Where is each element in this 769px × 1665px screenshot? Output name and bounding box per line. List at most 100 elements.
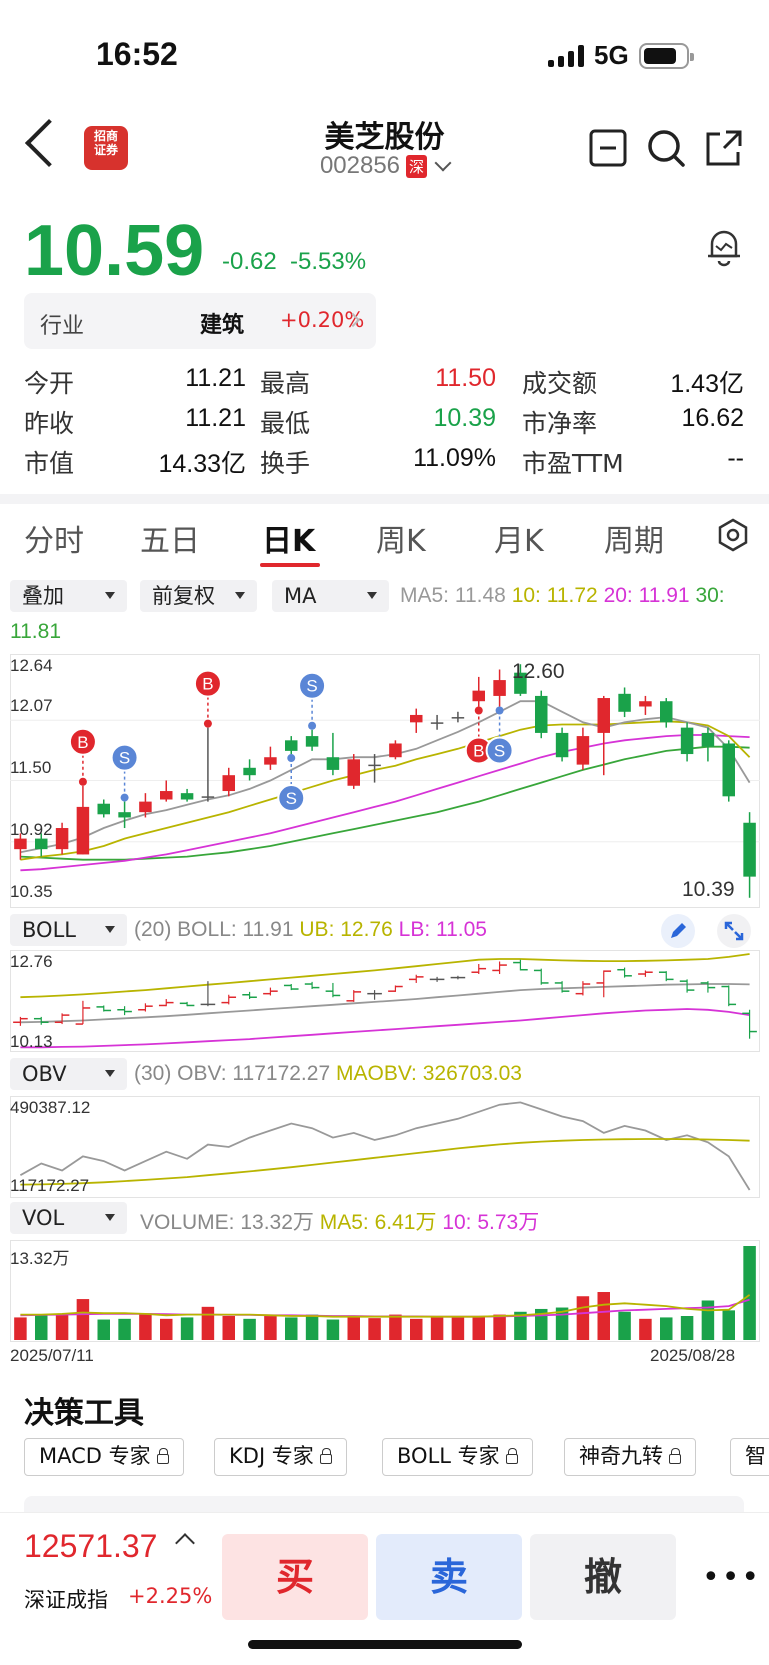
candle-body <box>597 698 610 733</box>
tools-title: 决策工具 <box>24 1396 144 1431</box>
candle-body <box>243 767 256 776</box>
boll-axis-min: 10.13 <box>10 1032 53 1051</box>
candle-body <box>305 736 319 747</box>
ma20-legend: 20: 11.91 <box>603 584 690 607</box>
candle-body <box>410 714 423 723</box>
candle-body <box>35 838 48 850</box>
vol-legend: VOLUME: 13.32万 MA5: 6.41万 10: 5.73万 <box>140 1206 539 1236</box>
cancel-order-button[interactable]: 撤 <box>530 1534 676 1620</box>
volume-bar <box>347 1316 360 1340</box>
volume-bar <box>326 1319 340 1340</box>
buy-button[interactable]: 买 <box>222 1534 368 1620</box>
volume-bar <box>410 1318 423 1340</box>
obv-chart[interactable] <box>10 1096 760 1198</box>
ma10-legend: 10: 11.72 <box>511 584 598 607</box>
tab-1[interactable]: 五日 <box>140 516 200 560</box>
candle-body <box>722 743 735 797</box>
marker-dot <box>287 754 296 763</box>
candle-body <box>368 764 381 767</box>
boll-lb: LB: 11.05 <box>398 918 487 941</box>
edit-pencil-icon[interactable] <box>660 913 696 949</box>
price-change: -0.62 -5.53% <box>222 248 366 276</box>
high-price-mark: 12.60 <box>512 660 565 683</box>
candle-body <box>451 717 465 719</box>
candle-body <box>160 791 173 800</box>
adjust-dropdown[interactable]: 前复权 <box>140 580 257 612</box>
boll-legend: (20) BOLL: 11.91 UB: 12.76 LB: 11.05 <box>134 918 487 942</box>
marker-dot <box>203 719 212 728</box>
stat-value: 11.21 <box>185 364 246 392</box>
volume-bar <box>264 1316 277 1340</box>
candle-body <box>639 701 652 707</box>
volume-bar <box>285 1317 298 1340</box>
section-divider <box>0 494 769 504</box>
signal-label: S <box>306 677 317 696</box>
tool-button[interactable]: BOLL 专家 <box>382 1438 533 1476</box>
stat-label: 今开 <box>24 369 75 398</box>
tool-label: BOLL 专家 <box>397 1444 500 1468</box>
active-tab-indicator <box>260 563 320 567</box>
settings-hex-icon[interactable] <box>716 518 750 552</box>
current-price: 10.59 <box>24 211 205 291</box>
industry-name: 建筑 <box>200 313 245 338</box>
vol-ma10: 10: 5.73万 <box>442 1211 540 1234</box>
tool-button[interactable]: KDJ 专家 <box>214 1438 347 1476</box>
sell-button[interactable]: 卖 <box>376 1534 522 1620</box>
candle-body <box>701 732 715 747</box>
obv-dropdown[interactable]: OBV <box>10 1058 127 1090</box>
obv-legend: (30) OBV: 117172.27 MAOBV: 326703.03 <box>134 1062 522 1086</box>
share-icon[interactable] <box>704 128 744 168</box>
stat-label: 市值 <box>24 449 75 478</box>
tab-0[interactable]: 分时 <box>24 516 84 560</box>
lock-icon <box>156 1448 169 1464</box>
volume-bar <box>180 1317 194 1340</box>
stat-value: 1.43亿 <box>670 370 744 398</box>
industry-row[interactable]: 行业 建筑 +0.20% <box>24 293 376 349</box>
volume-bar <box>472 1316 485 1340</box>
index-change: +2.25% <box>128 1584 213 1608</box>
minus-square-icon[interactable] <box>588 128 628 168</box>
signal-label: S <box>494 741 505 760</box>
candle-body <box>76 806 90 855</box>
candle-body <box>180 793 194 800</box>
volume-bar <box>722 1310 735 1340</box>
indicator-dropdown[interactable]: MA <box>272 580 389 612</box>
ma-legend: MA5: 11.48 10: 11.72 20: 11.91 30: <box>400 584 725 608</box>
tool-button[interactable]: 智 <box>730 1438 769 1476</box>
index-name: 深证成指 <box>24 1588 108 1612</box>
tab-2[interactable]: 日K <box>262 516 315 560</box>
candle-body <box>285 740 298 751</box>
volume-chart[interactable] <box>10 1240 760 1342</box>
candle-body <box>14 838 27 850</box>
tab-4[interactable]: 月K <box>494 516 544 560</box>
volume-bar <box>493 1314 506 1340</box>
alert-bell-icon[interactable] <box>704 226 744 268</box>
tab-5[interactable]: 周期 <box>604 516 664 560</box>
search-icon[interactable] <box>646 128 686 168</box>
candle-body <box>97 803 110 815</box>
stat-value: -- <box>727 444 744 472</box>
index-value[interactable]: 12571.37 <box>24 1528 157 1565</box>
volume-bar <box>451 1316 465 1340</box>
more-icon[interactable]: ••• <box>702 1560 761 1595</box>
signal-icon <box>548 44 584 67</box>
expand-icon[interactable] <box>716 913 752 949</box>
candle-body <box>555 732 569 758</box>
chevron-down-icon <box>434 154 452 172</box>
marker-dot <box>474 706 483 715</box>
vol-dropdown[interactable]: VOL <box>10 1202 127 1234</box>
boll-dropdown[interactable]: BOLL <box>10 914 127 946</box>
candle-body <box>576 736 590 765</box>
ma10-line <box>20 720 751 861</box>
candlestick-chart[interactable]: BSB SSB S <box>10 654 760 908</box>
obv-axis-max: 490387.12 <box>10 1098 91 1117</box>
vol-axis-max: 13.32万 <box>10 1249 70 1268</box>
vol-ma5-line <box>20 1294 751 1318</box>
tool-label: 智 <box>745 1444 766 1468</box>
volume-bar <box>201 1306 215 1340</box>
tab-3[interactable]: 周K <box>376 516 426 560</box>
tool-button[interactable]: 神奇九转 <box>564 1438 696 1476</box>
tool-button[interactable]: MACD 专家 <box>24 1438 184 1476</box>
boll-chart[interactable] <box>10 950 760 1052</box>
overlay-dropdown[interactable]: 叠加 <box>10 580 127 612</box>
